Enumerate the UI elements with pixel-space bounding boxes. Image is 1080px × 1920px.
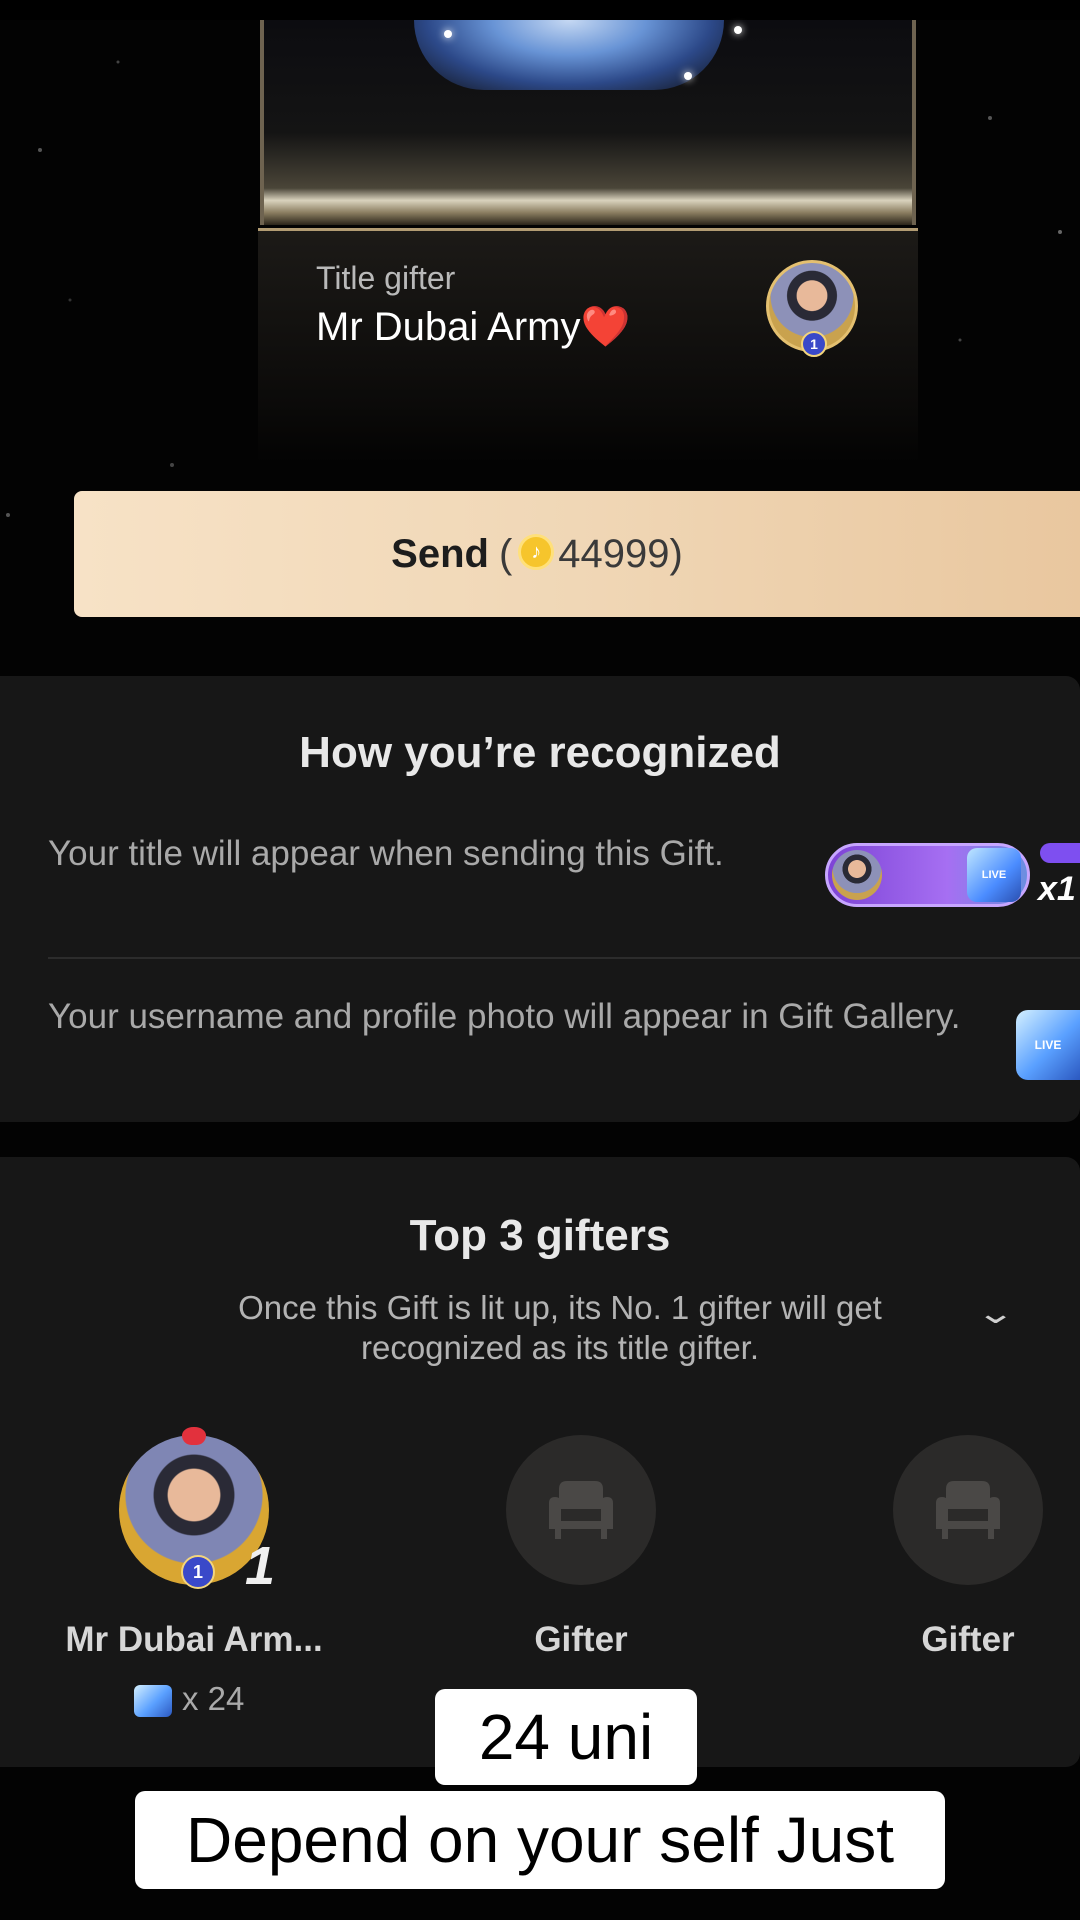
crown-icon bbox=[182, 1427, 206, 1445]
recognition-row-title: Your title will appear when sending this… bbox=[48, 834, 724, 873]
multiplier-label: x1 bbox=[1038, 870, 1076, 908]
recognition-row-gallery: Your username and profile photo will app… bbox=[48, 997, 961, 1036]
gift-display-case bbox=[260, 20, 916, 225]
coin-icon: ♪ bbox=[518, 534, 555, 570]
gifter-avatar-empty-3[interactable] bbox=[893, 1435, 1043, 1585]
video-caption-line-2: Depend on your self Just bbox=[135, 1791, 945, 1889]
gifter-name-3: Gifter bbox=[921, 1620, 1015, 1659]
gallery-gift-icon: LIVE bbox=[1016, 1010, 1080, 1080]
top-gifters-subtitle: Once this Gift is lit up, its No. 1 gift… bbox=[238, 1289, 882, 1366]
send-amount: 44999 bbox=[558, 531, 670, 576]
rank-number-mark: 1 bbox=[245, 1536, 276, 1596]
armchair-icon bbox=[549, 1481, 613, 1539]
sparkle-icon bbox=[734, 26, 742, 34]
top-gifters-title: Top 3 gifters bbox=[409, 1211, 671, 1260]
armchair-icon bbox=[936, 1481, 1000, 1539]
gifter-name-2: Gifter bbox=[534, 1620, 628, 1659]
gift-count: x 24 bbox=[134, 1680, 244, 1718]
gift-count-value: x 24 bbox=[182, 1680, 245, 1717]
heart-icon: ❤️ bbox=[580, 305, 631, 349]
gifter-avatar-empty-2[interactable] bbox=[506, 1435, 656, 1585]
title-gifter-avatar[interactable]: 1 bbox=[766, 260, 858, 357]
gift-image bbox=[414, 20, 724, 90]
title-gifter-name[interactable]: Mr Dubai Army❤️ bbox=[316, 303, 630, 350]
title-gifter-name-text: Mr Dubai Army bbox=[316, 305, 581, 349]
rank-badge: 1 bbox=[801, 331, 827, 357]
gift-icon bbox=[134, 1685, 172, 1718]
sparkle-icon bbox=[444, 30, 452, 38]
chevron-down-icon[interactable]: ⌄ bbox=[975, 1296, 1015, 1331]
recognition-title: How you’re recognized bbox=[299, 728, 781, 777]
send-label: Send bbox=[391, 531, 489, 576]
banner-avatar bbox=[832, 850, 882, 900]
title-banner-preview: LIVE bbox=[825, 843, 1030, 907]
send-button[interactable]: Send ( ♪ 44999 ) bbox=[74, 491, 1080, 617]
open-paren: ( bbox=[498, 531, 513, 576]
rank-badge: 1 bbox=[181, 1555, 215, 1589]
top-edge bbox=[0, 0, 1080, 20]
title-gifter-label: Title gifter bbox=[316, 260, 456, 296]
video-caption-line-1: 24 uni bbox=[435, 1689, 697, 1785]
divider bbox=[48, 957, 1080, 959]
tiktok-live-gift-icon: LIVE bbox=[967, 848, 1021, 902]
sparkle-icon bbox=[684, 72, 692, 80]
gifter-name-1[interactable]: Mr Dubai Arm... bbox=[24, 1620, 364, 1660]
banner-edge bbox=[1040, 843, 1080, 863]
close-paren: ) bbox=[669, 531, 683, 576]
